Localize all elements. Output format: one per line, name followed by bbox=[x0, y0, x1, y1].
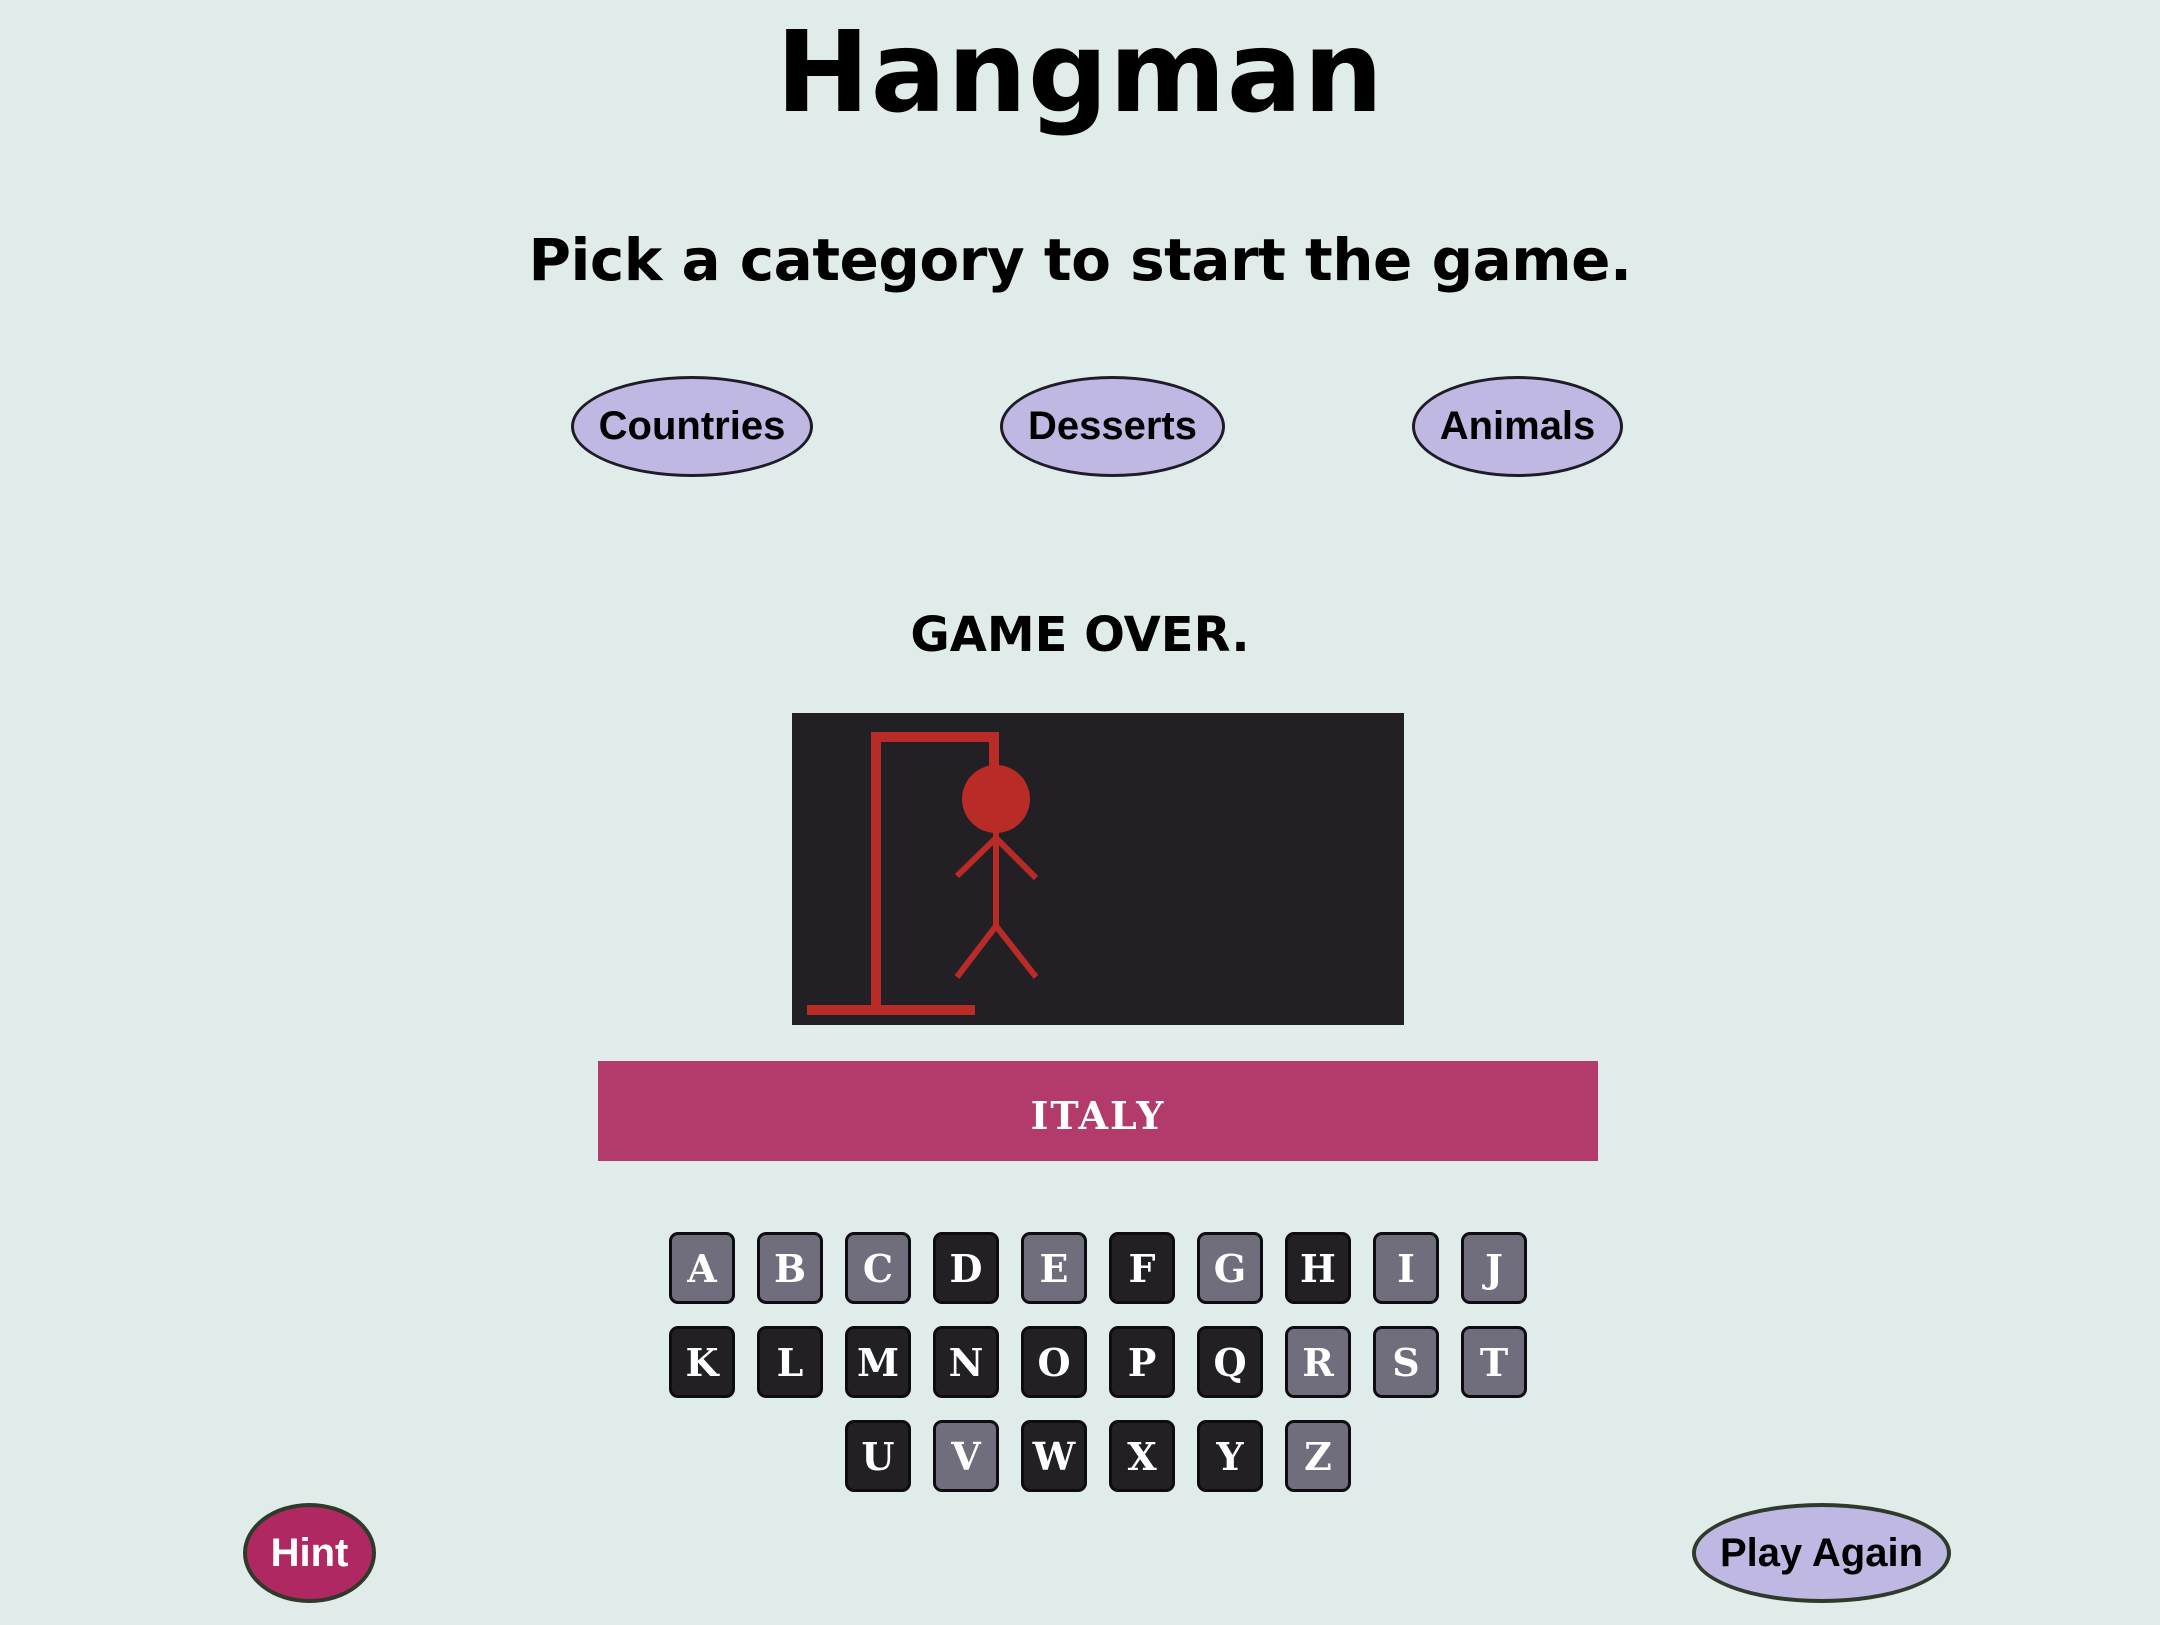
key-v[interactable]: V bbox=[933, 1420, 999, 1492]
key-f[interactable]: F bbox=[1109, 1232, 1175, 1304]
hangman-right-arm bbox=[993, 835, 1039, 881]
key-q[interactable]: Q bbox=[1197, 1326, 1263, 1398]
key-c[interactable]: C bbox=[845, 1232, 911, 1304]
key-j[interactable]: J bbox=[1461, 1232, 1527, 1304]
hangman-right-leg bbox=[993, 924, 1039, 979]
key-z[interactable]: Z bbox=[1285, 1420, 1351, 1492]
category-button-desserts[interactable]: Desserts bbox=[1000, 376, 1225, 477]
key-b[interactable]: B bbox=[757, 1232, 823, 1304]
hint-button[interactable]: Hint bbox=[243, 1503, 376, 1603]
category-button-countries[interactable]: Countries bbox=[571, 376, 813, 477]
play-again-button[interactable]: Play Again bbox=[1692, 1503, 1951, 1603]
key-p[interactable]: P bbox=[1109, 1326, 1175, 1398]
key-m[interactable]: M bbox=[845, 1326, 911, 1398]
hangman-figure bbox=[807, 732, 1039, 1015]
key-k[interactable]: K bbox=[669, 1326, 735, 1398]
key-h[interactable]: H bbox=[1285, 1232, 1351, 1304]
instruction-text: Pick a category to start the game. bbox=[528, 226, 1632, 294]
word-display: ITALY bbox=[598, 1061, 1598, 1161]
hangman-drawing bbox=[792, 713, 1404, 1025]
key-a[interactable]: A bbox=[669, 1232, 735, 1304]
key-r[interactable]: R bbox=[1285, 1326, 1351, 1398]
key-w[interactable]: W bbox=[1021, 1420, 1087, 1492]
key-g[interactable]: G bbox=[1197, 1232, 1263, 1304]
hangman-head bbox=[962, 765, 1030, 833]
key-o[interactable]: O bbox=[1021, 1326, 1087, 1398]
hangman-left-leg bbox=[954, 924, 999, 979]
key-y[interactable]: Y bbox=[1197, 1420, 1263, 1492]
page-title: Hangman bbox=[775, 8, 1385, 138]
key-s[interactable]: S bbox=[1373, 1326, 1439, 1398]
key-n[interactable]: N bbox=[933, 1326, 999, 1398]
hangman-left-arm bbox=[954, 835, 999, 879]
key-i[interactable]: I bbox=[1373, 1232, 1439, 1304]
category-button-animals[interactable]: Animals bbox=[1412, 376, 1623, 477]
key-d[interactable]: D bbox=[933, 1232, 999, 1304]
key-x[interactable]: X bbox=[1109, 1420, 1175, 1492]
game-status: GAME OVER. bbox=[910, 607, 1250, 663]
key-e[interactable]: E bbox=[1021, 1232, 1087, 1304]
key-t[interactable]: T bbox=[1461, 1326, 1527, 1398]
key-l[interactable]: L bbox=[757, 1326, 823, 1398]
key-u[interactable]: U bbox=[845, 1420, 911, 1492]
